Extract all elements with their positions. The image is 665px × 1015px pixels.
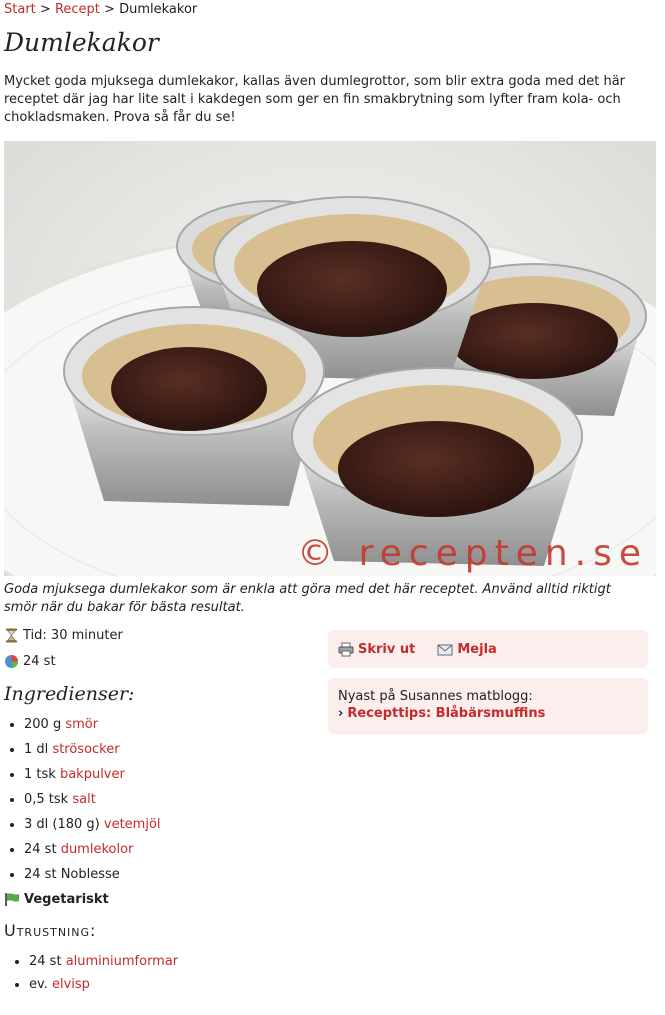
recipe-photo: © recepten.se [4,141,656,576]
equipment-link[interactable]: aluminiumformar [66,954,178,969]
breadcrumb-link-recept[interactable]: Recept [55,2,100,17]
ingredient-amount: 24 st [24,842,57,857]
cupcake-left [63,306,325,506]
equipment-heading: Utrustning: [4,921,97,940]
list-item: 200 g smör [24,712,161,737]
blog-box: Nyast på Susannes matblogg: › Recepttips… [328,678,648,734]
ingredient-link[interactable]: smör [65,717,98,732]
meta-servings: 24 st [4,654,56,669]
ingredient-link[interactable]: salt [72,792,95,807]
ingredient-link[interactable]: dumlekolor [61,842,134,857]
list-item: 3 dl (180 g) vetemjöl [24,812,161,837]
mail-button[interactable]: Mejla [437,641,497,657]
equipment-list: 24 st aluminiumformar ev. elvisp [9,950,178,996]
ingredient-amount: 0,5 tsk [24,792,69,807]
photo-caption: Goda mjuksega dumlekakor som är enkla at… [4,582,611,615]
blog-link[interactable]: Recepttips: Blåbärsmuffins [347,705,545,722]
breadcrumb-separator: > [104,2,115,17]
ingredient-link[interactable]: vetemjöl [104,817,161,832]
vegetarian-label: Vegetariskt [24,892,109,907]
photo-watermark: © recepten.se [297,533,648,574]
page-title: Dumlekakor [4,28,159,57]
breadcrumb-separator: > [39,2,51,17]
breadcrumb-current: Dumlekakor [119,2,198,17]
ingredient-amount: 200 g [24,717,62,732]
equipment-amount: ev. [29,977,48,992]
ingredients-heading: Ingredienser: [4,683,135,705]
list-item: ev. elvisp [29,973,178,996]
list-item: 1 tsk bakpulver [24,762,161,787]
list-item: 24 st dumlekolor [24,837,161,862]
envelope-icon [437,644,453,655]
blog-text: Nyast på Susannes matblogg: [338,689,533,704]
ingredient-link[interactable]: bakpulver [60,767,125,782]
actions-box: Skriv ut Mejla [328,630,648,668]
chevron-right-icon: › [338,706,344,721]
printer-icon [338,642,354,656]
ingredient-amount: 3 dl (180 g) [24,817,100,832]
equipment-link[interactable]: elvisp [52,977,90,992]
pie-chart-icon [5,655,18,668]
meta-time-text: Tid: 30 minuter [23,628,123,643]
ingredients-list: 200 g smör 1 dl strösocker 1 tsk bakpulv… [4,712,161,887]
list-item: 0,5 tsk salt [24,787,161,812]
ingredient-name: Noblesse [60,867,120,882]
list-item: 24 st aluminiumformar [29,950,178,973]
ingredient-amount: 24 st [24,867,57,882]
mail-label: Mejla [457,641,497,657]
breadcrumb-link-start[interactable]: Start [4,2,36,17]
vegetarian-badge: Vegetariskt [4,892,109,907]
list-item: 1 dl strösocker [24,737,161,762]
equipment-amount: 24 st [29,954,62,969]
breadcrumb: Start > Recept > Dumlekakor [4,2,197,17]
ingredient-link[interactable]: strösocker [52,742,119,757]
list-item: 24 st Noblesse [24,862,161,887]
print-button[interactable]: Skriv ut [338,642,415,657]
recipe-intro: Mycket goda mjuksega dumlekakor, kallas … [4,74,626,125]
leaf-flag-icon [5,893,19,906]
meta-servings-text: 24 st [23,654,56,669]
hourglass-icon [6,628,17,643]
print-label: Skriv ut [358,641,416,657]
ingredient-amount: 1 tsk [24,767,56,782]
meta-time: Tid: 30 minuter [4,628,123,643]
ingredient-amount: 1 dl [24,742,49,757]
